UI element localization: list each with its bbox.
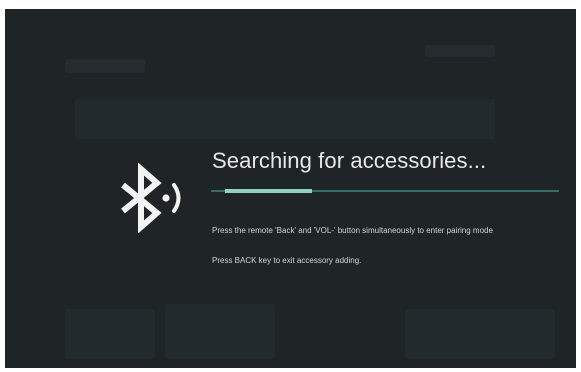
- background-ui-blur: [165, 304, 275, 359]
- pairing-hint: Press the remote 'Back' and 'VOL-' butto…: [212, 226, 493, 235]
- exit-hint: Press BACK key to exit accessory adding.: [212, 256, 362, 265]
- background-ui-blur: [425, 45, 495, 57]
- tv-screen: Searching for accessories... Press the r…: [5, 9, 576, 368]
- dialog-title: Searching for accessories...: [212, 148, 487, 173]
- background-ui-blur: [65, 59, 145, 73]
- bluetooth-searching-icon: [121, 163, 181, 233]
- background-ui-blur: [405, 309, 555, 359]
- search-progress-fill: [224, 189, 312, 193]
- background-ui-blur: [75, 99, 495, 139]
- background-ui-blur: [65, 309, 155, 359]
- search-progress-bar: [211, 189, 559, 193]
